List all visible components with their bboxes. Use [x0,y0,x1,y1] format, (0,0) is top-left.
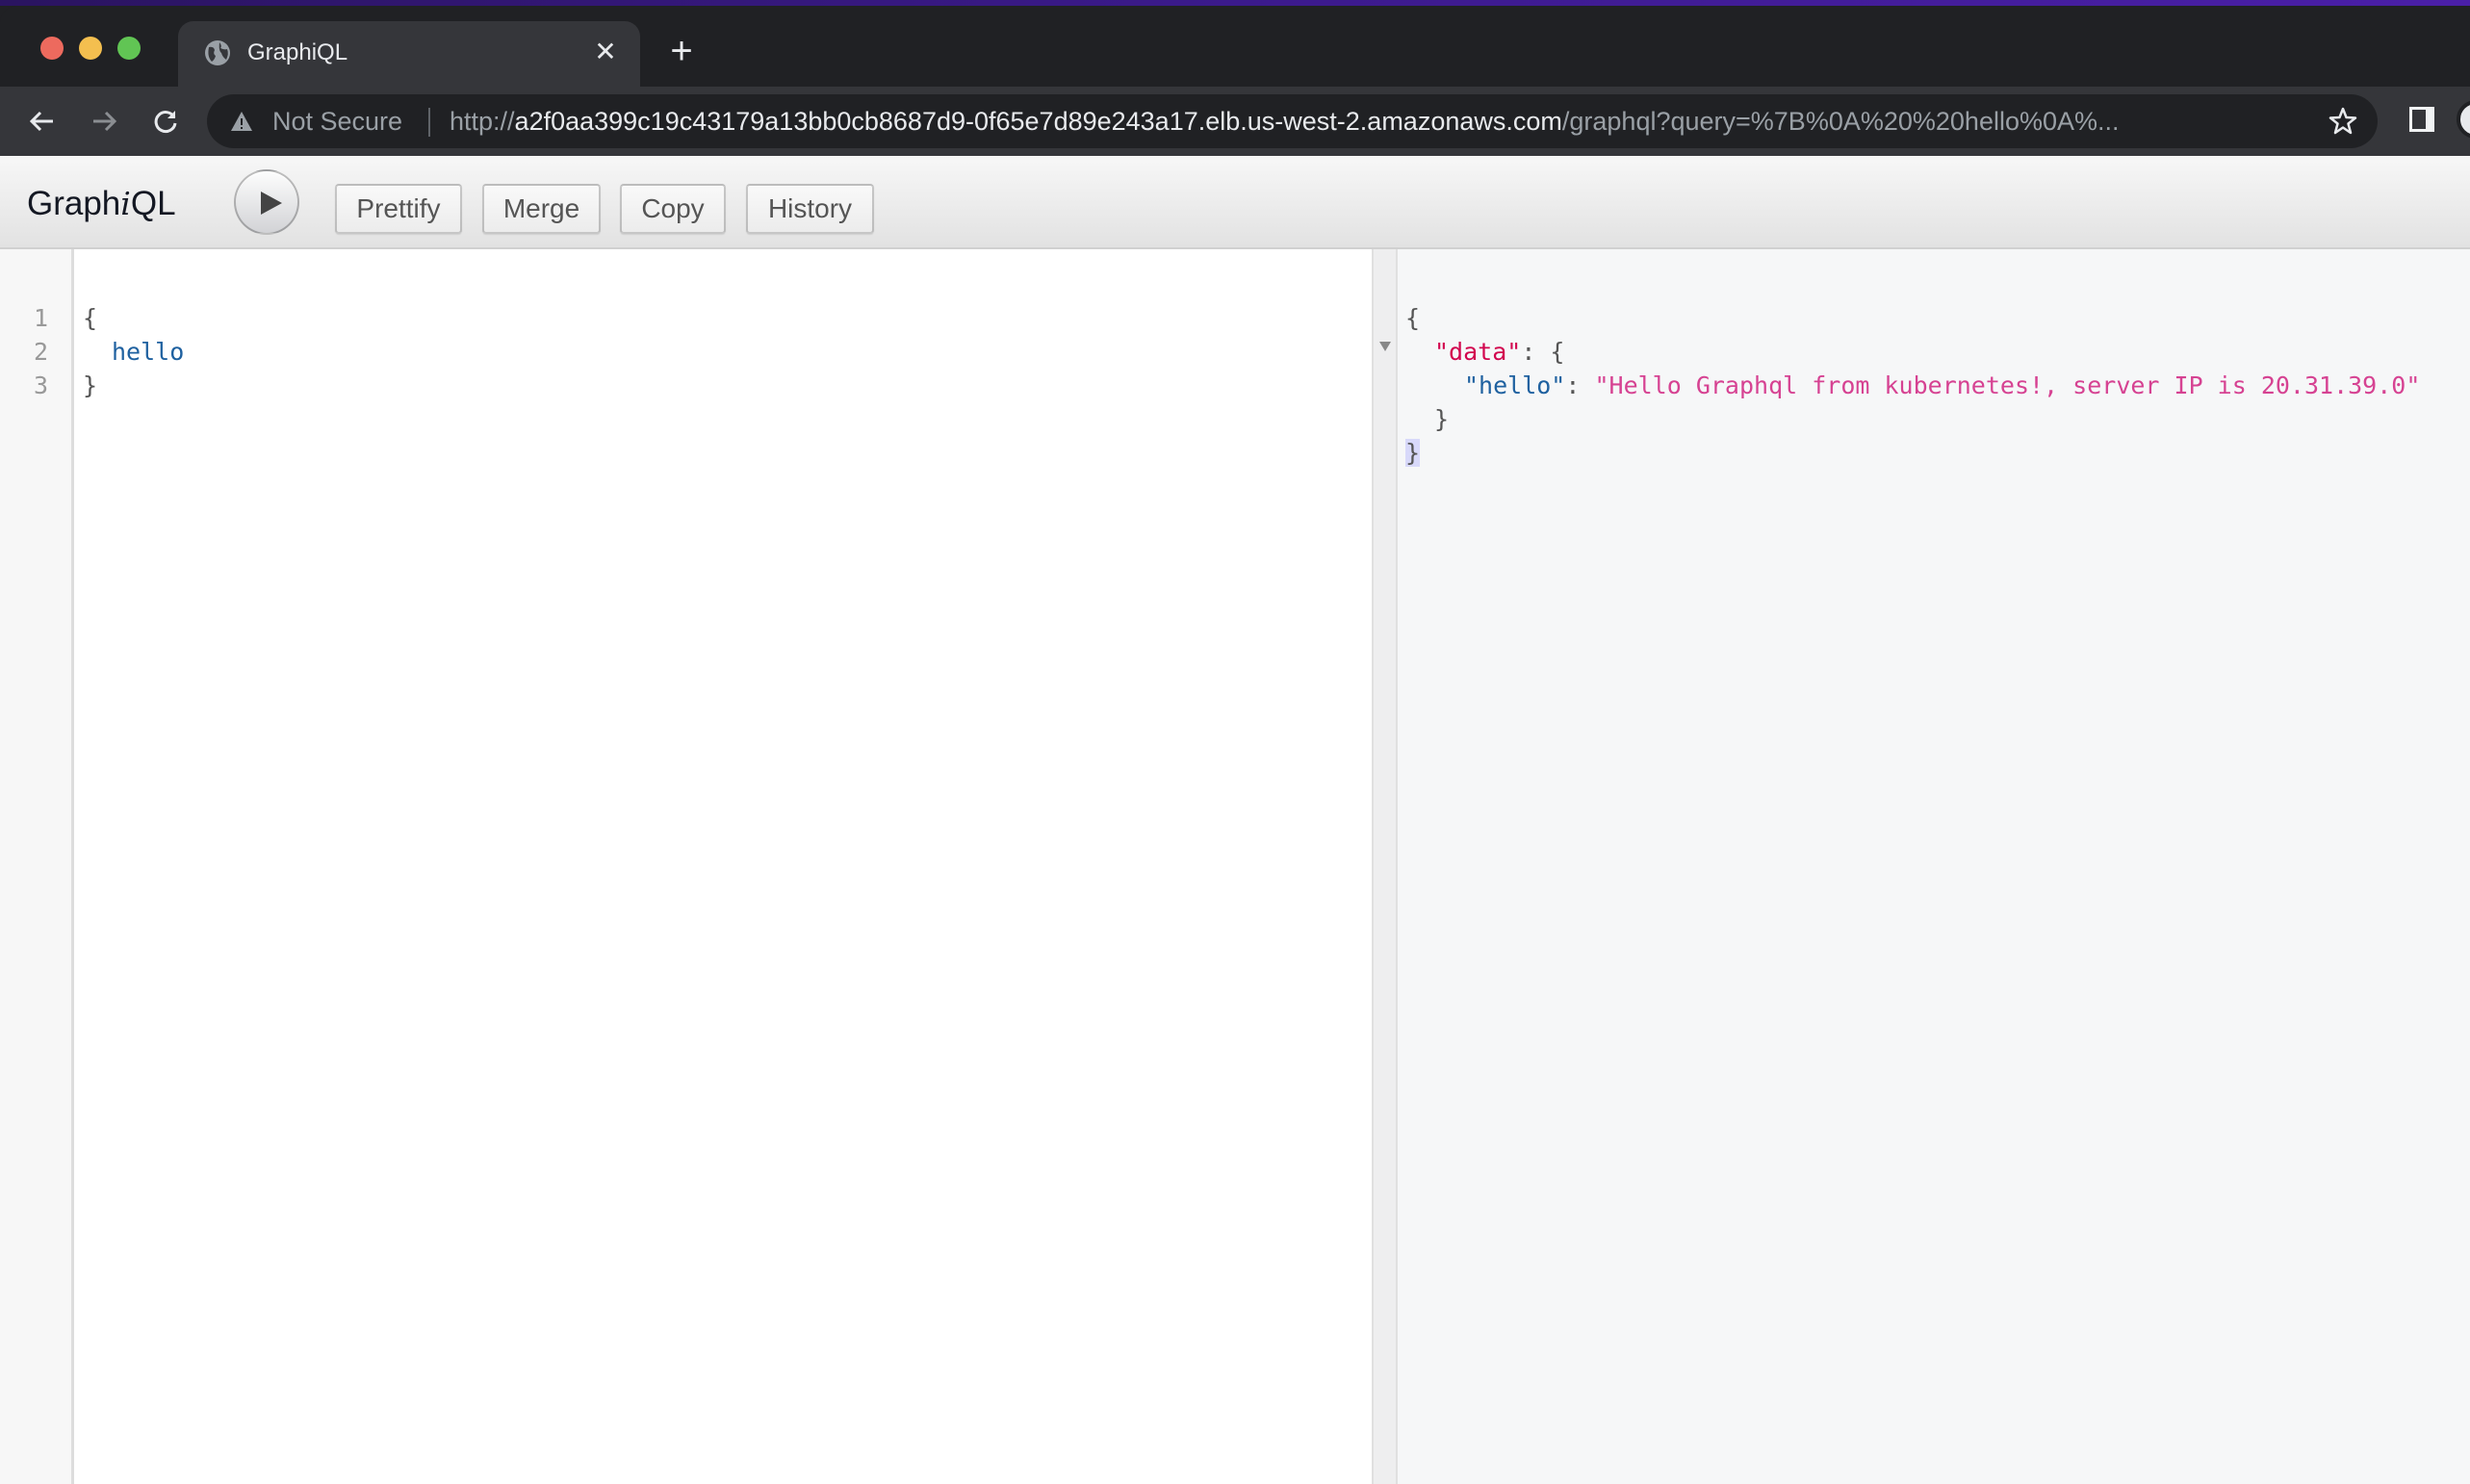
result-line: { [1405,304,1421,332]
address-separator [428,108,430,137]
query-field: hello [112,338,185,366]
history-button[interactable]: History [746,184,874,234]
reload-button[interactable] [142,98,189,144]
url-path: /graphql?query=%7B%0A%20%20hello%0A%... [1561,107,2120,136]
tab-title: GraphiQL [247,39,348,65]
result-punct: : { [1521,338,1565,366]
url-scheme: http:// [450,107,515,136]
result-punct: : [1565,371,1595,399]
new-tab-button[interactable]: + [664,32,699,70]
tab-graphiql[interactable]: GraphiQL ✕ [178,21,640,87]
result-fold-gutter [1372,249,1398,1484]
graphiql-app: GraphiQL Prettify Merge Copy History 1 2… [0,156,2470,1484]
play-icon [261,192,282,215]
graphiql-toolbar: GraphiQL Prettify Merge Copy History [0,156,2470,249]
result-value-hello: "Hello Graphql from kubernetes!, server … [1594,371,2421,399]
fold-triangle-icon[interactable] [1378,340,1392,353]
result-line: } [1405,436,1421,470]
profile-avatar[interactable] [2457,100,2470,139]
result-line: "data": { [1434,335,1564,369]
maximize-window-button[interactable] [117,37,141,60]
logo-text-prefix: Graph [27,185,121,222]
line-number-gutter: 1 2 3 [0,249,74,1484]
query-line[interactable]: hello [112,335,184,369]
merge-button[interactable]: Merge [482,184,601,234]
copy-button[interactable]: Copy [620,184,726,234]
query-line[interactable]: } [83,369,97,402]
url-host: a2f0aa399c19c43179a13bb0cb8687d9-0f65e7d… [514,107,1562,136]
forward-button[interactable] [81,98,127,144]
matched-bracket: } [1405,439,1421,467]
reload-icon [154,111,177,133]
result-key-data: "data" [1434,338,1522,366]
line-number: 2 [33,338,48,366]
line-number: 3 [33,371,48,399]
url-text[interactable]: http://a2f0aa399c19c43179a13bb0cb8687d9-… [450,107,2120,136]
execute-query-button[interactable] [234,169,299,235]
logo-text-italic: i [120,185,131,222]
browser-window: GraphiQL ✕ + Not Secure http://a2f0aa399… [0,6,2470,1484]
graphiql-logo: GraphiQL [27,185,176,223]
back-button[interactable] [19,98,65,144]
query-line[interactable]: { [83,301,97,335]
side-panel-icon[interactable] [2408,106,2435,133]
tab-strip: GraphiQL ✕ + [0,6,2470,87]
result-line: } [1434,405,1450,433]
result-viewer: { "data": { "hello": "Hello Graphql from… [1398,249,2470,1484]
warning-icon [231,112,252,131]
line-number: 1 [33,304,48,332]
result-key-hello: "hello" [1464,371,1566,399]
prettify-button[interactable]: Prettify [335,184,462,234]
query-editor[interactable]: 1 2 3 { hello } [0,249,1372,1484]
close-window-button[interactable] [40,37,64,60]
arrow-right-icon [93,111,117,132]
tab-close-icon[interactable]: ✕ [590,37,621,67]
arrow-left-icon [29,111,53,132]
globe-icon [205,40,230,65]
result-line: "hello": "Hello Graphql from kubernetes!… [1464,369,2420,402]
security-status[interactable]: Not Secure [272,107,402,136]
address-bar[interactable]: Not Secure http://a2f0aa399c19c43179a13b… [207,94,2378,148]
bookmark-star-icon[interactable] [2328,106,2358,137]
navigation-bar: Not Secure http://a2f0aa399c19c43179a13b… [0,87,2470,156]
logo-text-suffix: QL [130,185,176,222]
minimize-window-button[interactable] [79,37,102,60]
